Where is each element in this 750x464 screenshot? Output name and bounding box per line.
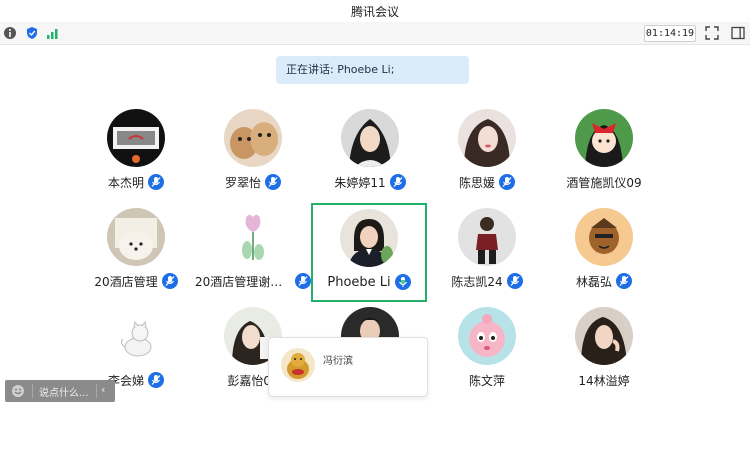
avatar (107, 208, 165, 266)
chat-input-placeholder[interactable]: 说点什么... (39, 384, 89, 399)
participant-tile[interactable]: 陈志凯24 (429, 202, 545, 298)
participant-tile[interactable]: 陈思媛 (429, 103, 545, 199)
participant-name: 陈思媛 (458, 175, 495, 190)
mic-muted-icon[interactable] (161, 273, 178, 289)
participant-tile[interactable]: 陈文萍 (429, 301, 545, 397)
meeting-toolbar: 01:14:19 (0, 22, 750, 45)
avatar (340, 209, 398, 267)
avatar (575, 307, 633, 365)
mic-muted-icon[interactable] (148, 174, 164, 190)
participant-name: 林磊弘 (575, 274, 612, 289)
speaking-banner: 正在讲话: Phoebe Li; (276, 56, 469, 84)
participant-name: 20酒店管理 (94, 274, 158, 289)
avatar (281, 348, 315, 382)
participant-name: Phoebe Li (327, 274, 391, 290)
participant-name: 陈志凯24 (451, 274, 503, 289)
avatar (224, 109, 282, 167)
participant-tile[interactable]: 14林溢婷 (546, 301, 662, 397)
participant-tile[interactable]: 罗翠怡 (195, 103, 311, 199)
mic-muted-icon[interactable] (506, 273, 523, 289)
hover-card-name: 冯衍滨 (323, 356, 353, 367)
avatar (575, 208, 633, 266)
emoji-icon[interactable] (11, 384, 25, 398)
chat-input-bar[interactable]: 说点什么... ‹ (5, 380, 115, 402)
participant-name: 20酒店管理谢熳... (195, 274, 291, 289)
collapse-chevron-icon[interactable]: ‹ (101, 383, 105, 396)
avatar (107, 109, 165, 167)
participant-tile-active-speaker[interactable]: Phoebe Li (311, 203, 427, 302)
avatar (458, 208, 516, 266)
participant-tile[interactable]: 酒管施凯仪09 (546, 103, 662, 199)
side-panel-icon[interactable] (731, 26, 745, 40)
mic-muted-icon[interactable] (499, 174, 515, 190)
mic-muted-icon[interactable] (295, 273, 311, 289)
divider (96, 384, 97, 398)
participant-tile[interactable]: 本杰明 (78, 103, 194, 199)
title-bar: 腾讯会议 (0, 0, 750, 23)
participant-name: 酒管施凯仪09 (566, 175, 642, 190)
mic-speaking-icon[interactable] (394, 274, 411, 290)
participant-name: 本杰明 (107, 175, 144, 190)
mic-muted-icon[interactable] (265, 174, 281, 190)
participant-name: 14林溢婷 (578, 373, 630, 388)
participant-name: 朱婷婷11 (334, 175, 386, 190)
mic-muted-icon[interactable] (389, 174, 406, 190)
participant-name: 陈文萍 (468, 373, 505, 388)
participant-tile[interactable]: 20酒店管理 (78, 202, 194, 298)
participant-tile[interactable]: 20酒店管理谢熳... (195, 202, 311, 298)
security-shield-icon[interactable] (25, 26, 39, 40)
info-icon[interactable] (3, 26, 17, 40)
mic-muted-icon[interactable] (148, 372, 164, 388)
participant-hover-card[interactable]: 冯衍滨 (268, 337, 428, 397)
mic-muted-icon[interactable] (616, 273, 632, 289)
avatar (458, 307, 516, 365)
avatar (224, 208, 282, 266)
divider (32, 384, 33, 398)
fullscreen-icon[interactable] (705, 26, 719, 40)
window-title: 腾讯会议 (350, 5, 399, 19)
avatar (341, 109, 399, 167)
meeting-timer: 01:14:19 (644, 25, 696, 42)
participant-tile[interactable]: 朱婷婷11 (312, 103, 428, 199)
avatar (107, 307, 165, 365)
avatar (575, 109, 633, 167)
avatar (458, 109, 516, 167)
participant-tile[interactable]: 林磊弘 (546, 202, 662, 298)
network-signal-icon[interactable] (46, 26, 60, 40)
participant-name: 罗翠怡 (224, 175, 261, 190)
